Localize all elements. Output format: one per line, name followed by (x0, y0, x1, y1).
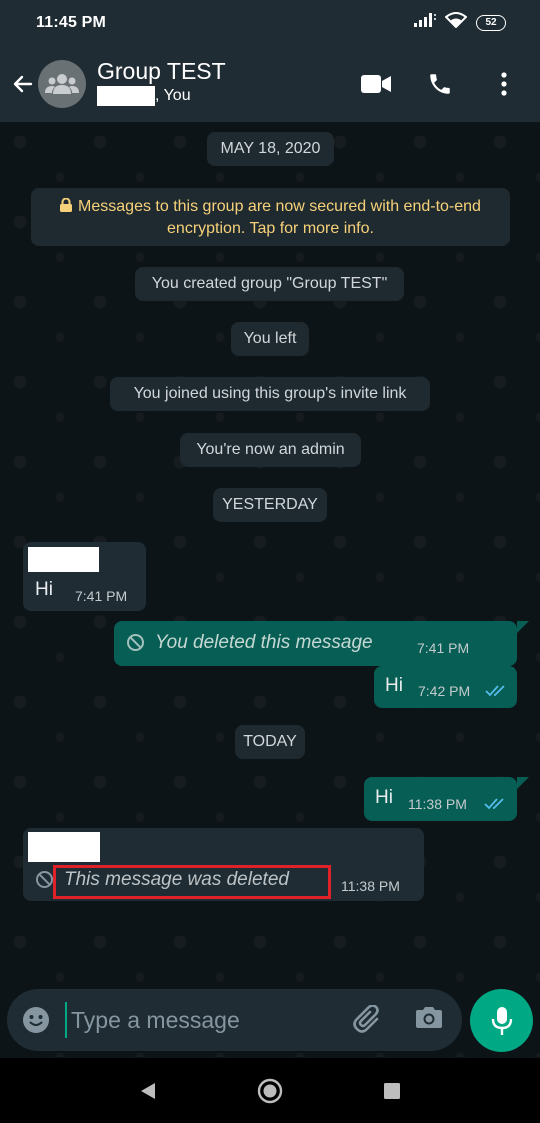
video-call-button[interactable] (356, 61, 396, 107)
system-navigation-bar (0, 1058, 540, 1123)
attach-icon (353, 1004, 379, 1033)
chat-title: Group TEST (97, 58, 226, 84)
wifi-icon (444, 12, 468, 33)
more-options-button[interactable] (484, 61, 524, 107)
encryption-notice-text: Messages to this group are now secured w… (78, 197, 481, 237)
redacted-sender (28, 832, 100, 862)
battery-indicator: 52 (476, 14, 506, 31)
system-message-created: You created group "Group TEST" (135, 267, 404, 301)
chat-header: Group TEST , You (0, 45, 540, 122)
bubble-tail (517, 621, 529, 633)
lock-icon (60, 197, 73, 218)
status-icons: 52 (414, 12, 506, 33)
participants-suffix: , You (155, 87, 191, 104)
back-arrow-icon (13, 75, 33, 92)
message-time: 11:38 PM (341, 878, 400, 894)
date-divider: TODAY (235, 725, 305, 759)
chat-area[interactable]: MAY 18, 2020 Messages to this group are … (0, 122, 540, 1057)
attach-button[interactable] (353, 1004, 385, 1040)
header-actions (332, 45, 524, 122)
bubble-tail (517, 777, 529, 789)
encryption-notice-body: Messages to this group are now secured w… (51, 196, 491, 239)
voice-message-button[interactable] (470, 989, 533, 1052)
video-call-icon (361, 74, 391, 93)
recents-nav-icon (384, 1082, 400, 1099)
chat-info[interactable]: Group TEST , You (97, 57, 226, 107)
message-time: 7:42 PM (418, 683, 471, 699)
date-divider: YESTERDAY (213, 488, 327, 522)
message-time: 11:38 PM (408, 796, 467, 812)
message-text: You deleted this message (155, 632, 373, 653)
nav-back-button[interactable] (128, 1071, 168, 1111)
emoji-button[interactable] (22, 1006, 50, 1039)
mic-icon (491, 1006, 512, 1035)
annotation-highlight-box (53, 865, 331, 899)
more-vert-icon (501, 71, 507, 96)
system-message-admin: You're now an admin (180, 433, 361, 467)
status-bar: 11:45 PM 52 (0, 0, 540, 45)
message-text: Hi (375, 787, 393, 808)
encryption-notice[interactable]: Messages to this group are now secured w… (31, 188, 510, 246)
system-message-left: You left (231, 322, 309, 356)
back-button[interactable] (6, 59, 40, 109)
message-time: 7:41 PM (75, 588, 128, 604)
status-time: 11:45 PM (36, 13, 107, 31)
nav-recents-button[interactable] (372, 1071, 412, 1111)
group-avatar-icon (45, 73, 79, 94)
message-outgoing[interactable]: Hi 11:38 PM (364, 777, 517, 821)
date-divider: MAY 18, 2020 (207, 132, 334, 166)
read-ticks-icon (484, 797, 506, 815)
camera-icon (416, 1007, 442, 1028)
redacted-sender (28, 547, 99, 572)
back-nav-icon (141, 1082, 155, 1099)
message-time: 7:41 PM (417, 640, 470, 656)
message-text: Hi (385, 675, 403, 696)
camera-button[interactable] (415, 1005, 443, 1034)
redacted-name (97, 86, 155, 106)
read-ticks-icon (485, 684, 507, 702)
deleted-icon (35, 870, 54, 894)
message-outgoing[interactable]: Hi 7:42 PM (374, 666, 517, 708)
message-outgoing-deleted[interactable]: You deleted this message 7:41 PM (114, 621, 517, 666)
voice-call-button[interactable] (420, 61, 460, 107)
emoji-icon (23, 1007, 49, 1033)
home-nav-icon (257, 1078, 283, 1103)
voice-call-icon (430, 73, 450, 94)
message-incoming[interactable]: Hi 7:41 PM (23, 542, 146, 611)
deleted-icon (126, 633, 145, 657)
message-text: Hi (35, 579, 53, 600)
message-composer (7, 989, 462, 1051)
chat-participants: , You (97, 85, 226, 107)
group-avatar[interactable] (38, 59, 86, 108)
message-input[interactable] (65, 1002, 335, 1038)
signal-icon (414, 13, 436, 32)
system-message-joined: You joined using this group's invite lin… (110, 377, 430, 411)
nav-home-button[interactable] (250, 1071, 290, 1111)
